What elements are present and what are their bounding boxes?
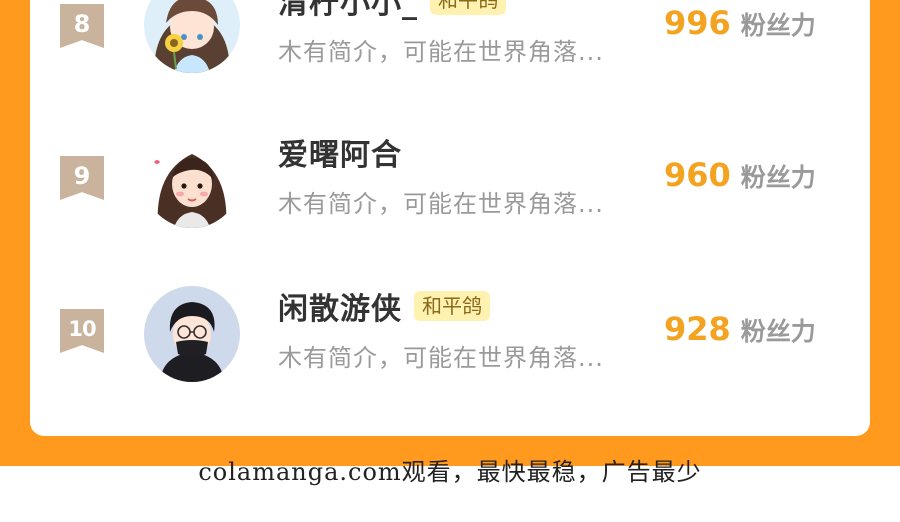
watermark-caption: colamanga.com观看，最快最稳，广告最少 xyxy=(198,458,702,486)
ranking-row-9[interactable]: 9 爱曙阿合 木有简介，可能在世界角落... 960 粉丝力 xyxy=(30,122,870,252)
ranking-row-10[interactable]: 10 闲散游侠 和平鸽 木有简介，可能在世界角落... 928 粉丝力 xyxy=(30,276,870,406)
user-bio: 木有简介，可能在世界角落... xyxy=(278,38,604,66)
rank-badge: 9 xyxy=(60,156,104,200)
ranking-card: 8 清柠小小_ 和平鸽 木有简介，可能在世界角落... 996 粉丝力 9 爱曙… xyxy=(30,0,870,436)
avatar-cartoon-boy-icon[interactable] xyxy=(144,286,240,382)
user-name: 清柠小小_ xyxy=(278,0,418,21)
fan-score-unit: 粉丝力 xyxy=(740,11,816,40)
user-bio: 木有简介，可能在世界角落... xyxy=(278,190,604,218)
fan-score: 996 粉丝力 xyxy=(664,4,816,42)
fan-score-value: 960 xyxy=(664,156,731,194)
fan-score: 960 粉丝力 xyxy=(664,156,816,194)
avatar-anime-girl-icon[interactable] xyxy=(144,0,240,73)
user-bio: 木有简介，可能在世界角落... xyxy=(278,344,604,372)
pigeon-tag: 和平鸽 xyxy=(414,291,490,321)
ranking-row-8[interactable]: 8 清柠小小_ 和平鸽 木有简介，可能在世界角落... 996 粉丝力 xyxy=(30,0,870,100)
page: 8 清柠小小_ 和平鸽 木有简介，可能在世界角落... 996 粉丝力 9 爱曙… xyxy=(0,0,900,522)
user-name: 爱曙阿合 xyxy=(278,138,402,173)
rank-badge: 8 xyxy=(60,4,104,48)
fan-score: 928 粉丝力 xyxy=(664,310,816,348)
rank-badge: 10 xyxy=(60,309,104,353)
fan-score-unit: 粉丝力 xyxy=(740,317,816,346)
avatar-cartoon-girl-icon[interactable] xyxy=(144,132,240,228)
pigeon-tag: 和平鸽 xyxy=(430,0,506,15)
user-name: 闲散游侠 xyxy=(278,292,402,327)
fan-score-value: 996 xyxy=(664,4,731,42)
fan-score-value: 928 xyxy=(664,310,731,348)
fan-score-unit: 粉丝力 xyxy=(740,163,816,192)
